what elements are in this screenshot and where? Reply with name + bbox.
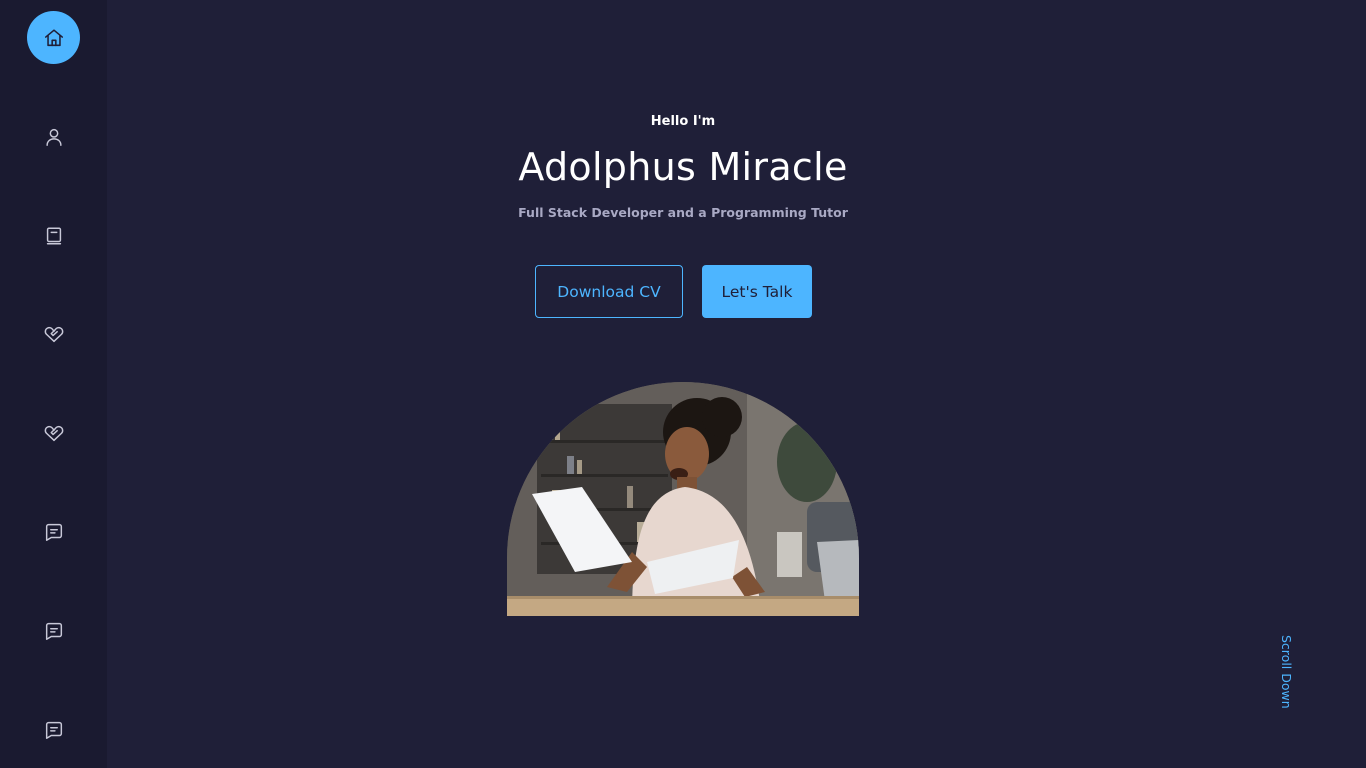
nav-testimonials[interactable] <box>27 505 80 558</box>
scroll-down-link[interactable]: Scroll Down <box>1279 635 1294 709</box>
message-icon <box>45 622 62 640</box>
download-cv-button[interactable]: Download CV <box>535 265 683 318</box>
heart-handshake-icon <box>44 425 63 441</box>
message-icon <box>45 721 62 739</box>
nav-services[interactable] <box>27 307 80 360</box>
nav-about[interactable] <box>27 110 80 163</box>
nav-blog[interactable] <box>27 604 80 657</box>
hero-section: Hello I'm Adolphus Miracle Full Stack De… <box>107 0 1366 768</box>
greeting: Hello I'm <box>650 114 716 129</box>
nav-experience[interactable] <box>27 209 80 262</box>
heart-handshake-icon <box>44 326 63 342</box>
message-icon <box>45 523 62 541</box>
hero-name: Adolphus Miracle <box>518 145 848 189</box>
lets-talk-button[interactable]: Let's Talk <box>702 265 812 318</box>
hero-portrait-image <box>507 382 859 616</box>
nav-contact[interactable] <box>27 703 80 756</box>
sidebar-nav <box>0 0 107 768</box>
nav-portfolio[interactable] <box>27 406 80 459</box>
user-icon <box>45 128 62 146</box>
hero-tagline: Full Stack Developer and a Programming T… <box>518 205 848 220</box>
book-icon <box>46 226 61 245</box>
home-icon <box>44 28 63 46</box>
nav-home[interactable] <box>27 11 80 64</box>
